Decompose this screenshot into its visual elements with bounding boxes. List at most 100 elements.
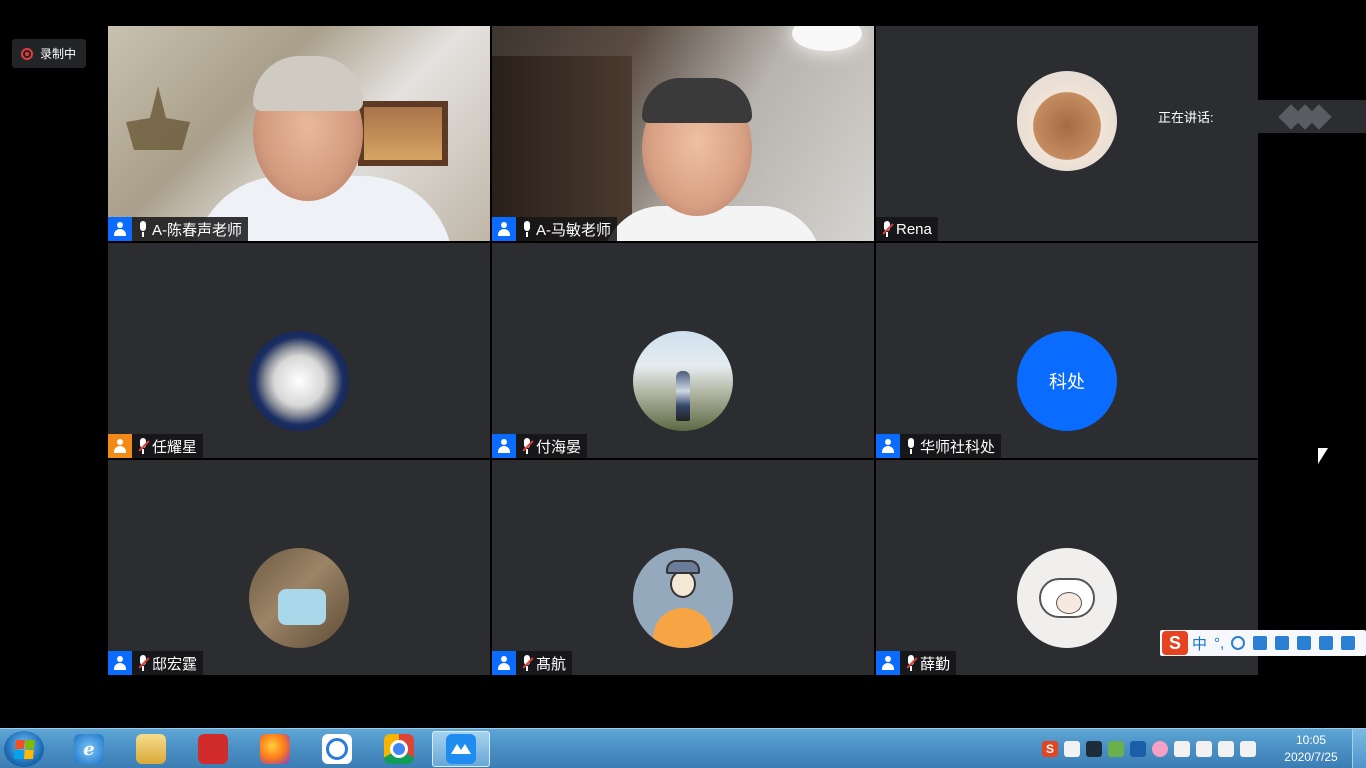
participant-nametag: 邸宏霆 [108, 651, 204, 675]
participant-name: 任耀星 [152, 438, 198, 456]
participant-avatar [1017, 71, 1117, 171]
chrome-icon [384, 734, 414, 764]
tray-expand-icon[interactable] [1064, 741, 1080, 757]
speaking-indicator: 正在讲话: [1146, 100, 1366, 133]
person-icon [113, 222, 127, 236]
participant-tile[interactable]: A-陈春声老师 [108, 26, 490, 241]
windows-logo-icon [13, 740, 35, 759]
mic-muted-icon [520, 437, 534, 455]
video-background-ship [126, 86, 190, 150]
mic-muted-icon [520, 654, 534, 672]
taskbar-app-chrome[interactable] [370, 731, 428, 767]
windows-taskbar: e S 10:05 2020/7/25 [0, 728, 1366, 768]
folder-icon [136, 734, 166, 764]
participant-type-badge [108, 651, 132, 675]
speaking-avatars [1278, 104, 1352, 130]
tray-flower-icon[interactable] [1152, 741, 1168, 757]
participant-tile[interactable]: 科处 华师社科处 [876, 243, 1258, 458]
tencent-meeting-icon [446, 734, 476, 764]
taskbar-app-baidu-netdisk[interactable] [308, 731, 366, 767]
person-icon [497, 656, 511, 670]
usb-device-icon[interactable] [1196, 741, 1212, 757]
participant-nametag: 任耀星 [108, 434, 204, 458]
participant-name: 付海晏 [536, 438, 582, 456]
bluetooth-icon[interactable] [1174, 741, 1190, 757]
internet-explorer-icon: e [74, 734, 104, 764]
network-signal-icon[interactable] [1240, 741, 1256, 757]
participant-nametag: 薛勤 [876, 651, 957, 675]
taskbar-app-explorer[interactable] [122, 731, 180, 767]
mic-on-icon [520, 220, 534, 238]
person-icon [113, 439, 127, 453]
participant-type-badge [876, 434, 900, 458]
mic-muted-icon [136, 437, 150, 455]
person-icon [881, 656, 895, 670]
person-icon [113, 656, 127, 670]
taskbar-app-ie[interactable]: e [60, 731, 118, 767]
participant-name: 髙航 [536, 655, 567, 673]
skin-icon[interactable] [1319, 636, 1334, 650]
participant-type-badge [108, 434, 132, 458]
ime-punctuation-toggle[interactable]: °, [1214, 635, 1224, 652]
keyboard-icon[interactable] [1275, 636, 1290, 650]
person-icon [497, 222, 511, 236]
mic-on-icon [904, 437, 918, 455]
participant-type-badge [108, 217, 132, 241]
participant-tile[interactable]: A-马敏老师 [492, 26, 874, 241]
shield-icon[interactable] [1130, 741, 1146, 757]
participant-nametag: 髙航 [492, 651, 573, 675]
person-icon [881, 439, 895, 453]
mouse-cursor-icon [1318, 448, 1330, 466]
participant-type-badge [492, 217, 516, 241]
video-background-painting [358, 101, 448, 166]
taskbar-app-firefox[interactable] [246, 731, 304, 767]
mic-muted-icon [880, 220, 894, 238]
participant-name: Rena [896, 220, 932, 238]
record-icon [21, 47, 33, 60]
tray-network-app-icon[interactable] [1108, 741, 1124, 757]
speaking-label: 正在讲话: [1158, 110, 1214, 125]
video-background-lamp [792, 26, 862, 51]
participant-type-badge [492, 434, 516, 458]
participant-tile[interactable]: Rena [876, 26, 1258, 241]
participant-avatar [249, 330, 349, 431]
system-clock[interactable]: 10:05 2020/7/25 [1276, 732, 1346, 766]
participant-avatar [1017, 547, 1117, 648]
sogou-ime-icon[interactable]: S [1162, 631, 1188, 655]
recording-indicator[interactable]: 录制中 [12, 39, 86, 68]
participant-name: 邸宏霆 [152, 655, 198, 673]
participant-nametag: Rena [876, 217, 938, 241]
user-icon[interactable] [1297, 636, 1312, 650]
microphone-icon[interactable] [1253, 636, 1268, 650]
ime-toolbar[interactable]: S 中 °, [1160, 630, 1366, 656]
mic-muted-icon [136, 654, 150, 672]
participant-tile[interactable]: 任耀星 [108, 243, 490, 458]
recording-label: 录制中 [40, 47, 77, 61]
participant-avatar [633, 547, 733, 648]
participant-avatar: 科处 [1017, 330, 1117, 431]
taskbar-app-tencent-meeting[interactable] [432, 731, 490, 767]
volume-icon[interactable] [1218, 741, 1234, 757]
tray-app-icon[interactable] [1086, 741, 1102, 757]
toolbox-icon[interactable] [1341, 636, 1356, 650]
avatar-initials: 科处 [1049, 371, 1085, 392]
sogou-tray-icon[interactable]: S [1042, 741, 1058, 757]
participant-nametag: A-马敏老师 [492, 217, 618, 241]
baidu-netdisk-icon [322, 734, 352, 764]
show-desktop-button[interactable] [1352, 729, 1366, 768]
system-tray: S [1042, 737, 1256, 761]
video-grid: A-陈春声老师 A-马敏老师 Rena 任耀星 付海晏 科处 华师社科处 邸宏霆… [108, 26, 1258, 675]
participant-tile[interactable]: 髙航 [492, 460, 874, 675]
participant-name: A-陈春声老师 [152, 221, 243, 239]
participant-nametag: A-陈春声老师 [108, 217, 249, 241]
emoji-icon[interactable] [1231, 636, 1246, 650]
video-background-bookshelf [492, 56, 632, 241]
start-button[interactable] [4, 731, 44, 767]
taskbar-app-netease-music[interactable] [184, 731, 242, 767]
participant-tile[interactable]: 付海晏 [492, 243, 874, 458]
participant-nametag: 付海晏 [492, 434, 588, 458]
participant-name: 薛勤 [920, 655, 951, 673]
participant-tile[interactable]: 邸宏霆 [108, 460, 490, 675]
ime-language-toggle[interactable]: 中 [1192, 633, 1207, 654]
person-icon [497, 439, 511, 453]
